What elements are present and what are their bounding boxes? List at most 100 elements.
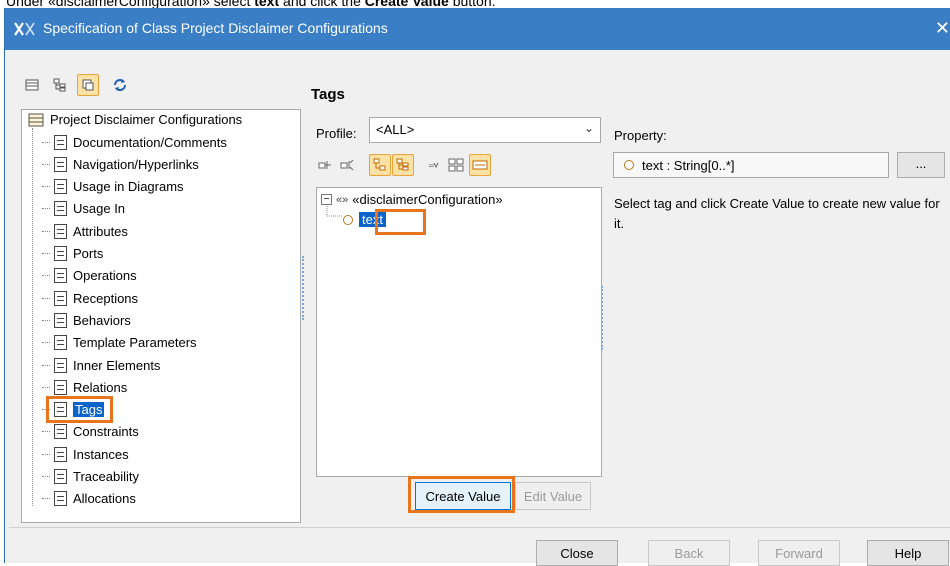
tree-branch: [42, 342, 50, 344]
tree-icon[interactable]: [49, 74, 71, 96]
sidebar-item-label: Receptions: [73, 290, 139, 306]
sidebar-item-label: Traceability: [73, 469, 139, 484]
highlight-create-value: [408, 476, 515, 513]
property-icon: [624, 160, 634, 170]
tree-branch: [42, 319, 50, 321]
specification-tree: Project Disclaimer Configurations Docume…: [21, 109, 301, 523]
tree-branch: [42, 186, 50, 188]
tree-branch: [42, 208, 50, 210]
class-icon: [28, 113, 44, 126]
property-value: text : String[0..*]: [642, 157, 735, 173]
tree-branch: [42, 141, 50, 143]
browse-button[interactable]: ...: [897, 152, 945, 178]
sidebar-item-receptions[interactable]: Receptions: [42, 288, 138, 308]
document-icon: [54, 268, 67, 284]
sidebar-item-allocations[interactable]: Allocations: [42, 489, 136, 509]
refresh-icon[interactable]: [109, 74, 131, 96]
chevron-down-icon: ⌄: [583, 121, 594, 135]
sidebar-item-instances[interactable]: Instances: [42, 444, 129, 464]
sidebar-item-label: Inner Elements: [73, 357, 161, 373]
magicdraw-app-icon: [14, 22, 35, 36]
title-bar: Specification of Class Project Disclaime…: [5, 8, 950, 50]
sidebar-item-navigation-hyperlinks[interactable]: Navigation/Hyperlinks: [42, 154, 199, 174]
show-tree-icon[interactable]: [369, 154, 391, 176]
tree-branch: [42, 297, 50, 299]
tree-root-label: Project Disclaimer Configurations: [50, 112, 243, 127]
expand-icon[interactable]: [315, 154, 337, 176]
collapse-toggle-icon[interactable]: −: [321, 194, 332, 205]
sidebar-item-usage-in-diagrams[interactable]: Usage in Diagrams: [42, 177, 184, 197]
sidebar-item-label: Usage in Diagrams: [73, 179, 184, 195]
document-icon: [54, 246, 67, 261]
profile-label: Profile:: [316, 126, 357, 141]
copy-icon[interactable]: [77, 74, 99, 96]
table-icon[interactable]: [21, 74, 43, 96]
property-icon: [343, 214, 353, 225]
sidebar-item-label: Relations: [73, 379, 128, 395]
sidebar-item-ports[interactable]: Ports: [42, 244, 103, 264]
document-icon: [54, 379, 67, 395]
page-title: Tags: [311, 86, 345, 103]
profile-select[interactable]: <ALL> ⌄: [369, 117, 601, 143]
stereotype-node[interactable]: − «» «disclaimerConfiguration»: [321, 192, 503, 207]
splitter-handle-left[interactable]: [302, 256, 304, 320]
sidebar-item-documentation-comments[interactable]: Documentation/Comments: [42, 132, 227, 152]
tree-branch: [42, 275, 50, 277]
edit-value-button[interactable]: Edit Value: [515, 482, 591, 510]
sidebar-item-usage-in[interactable]: Usage In: [42, 199, 125, 219]
tree-branch: [42, 230, 50, 232]
sidebar-item-label: Attributes: [73, 223, 128, 239]
back-button[interactable]: Back: [648, 540, 730, 566]
sidebar-item-label: Navigation/Hyperlinks: [73, 156, 199, 172]
forward-button[interactable]: Forward: [758, 540, 840, 566]
sidebar-item-constraints[interactable]: Constraints: [42, 422, 139, 442]
sidebar-item-label: Behaviors: [73, 312, 131, 328]
close-button[interactable]: Close: [536, 540, 618, 566]
sidebar-item-label: Template Parameters: [73, 335, 197, 351]
profile-select-value: <ALL>: [376, 122, 415, 137]
tree-root[interactable]: Project Disclaimer Configurations: [28, 112, 242, 127]
footer-separator: [9, 527, 950, 528]
sidebar-item-relations[interactable]: Relations: [42, 377, 127, 397]
sidebar-item-behaviors[interactable]: Behaviors: [42, 310, 131, 330]
highlight-text: [375, 209, 426, 235]
grid-icon[interactable]: [445, 154, 467, 176]
document-icon: [54, 424, 67, 440]
help-button[interactable]: Help: [867, 540, 949, 566]
tags-tree: − «» «disclaimerConfiguration» text: [316, 187, 602, 477]
sidebar-item-attributes[interactable]: Attributes: [42, 221, 128, 241]
specification-window: Specification of Class Project Disclaime…: [4, 8, 950, 566]
sidebar-item-label: Usage In: [73, 201, 126, 217]
document-icon: [54, 491, 67, 507]
sidebar-item-label: Constraints: [73, 424, 139, 440]
tree-branch: [42, 386, 50, 388]
tree-branch: [42, 364, 50, 366]
document-icon: [54, 156, 67, 172]
sidebar-item-template-parameters[interactable]: Template Parameters: [42, 333, 197, 353]
sidebar-item-label: Instances: [73, 446, 129, 462]
stereotype-icon-glyph: «»: [336, 193, 349, 206]
collapse-icon[interactable]: [337, 154, 359, 176]
sidebar-item-inner-elements[interactable]: Inner Elements: [42, 355, 160, 375]
property-description: Select tag and click Create Value to cre…: [614, 196, 940, 231]
property-label: Property:: [614, 128, 667, 143]
document-icon: [54, 469, 67, 484]
stereotype-label: «disclaimerConfiguration»: [352, 192, 503, 207]
highlight-tags: [46, 395, 113, 423]
filter-icon[interactable]: =: [423, 154, 445, 176]
tree-branch: [42, 498, 50, 500]
sidebar-item-operations[interactable]: Operations: [42, 266, 137, 286]
sidebar-item-label: Operations: [73, 268, 137, 284]
stereotype-icon[interactable]: [469, 154, 491, 176]
tree-connector: [326, 206, 342, 217]
document-icon: [54, 335, 67, 351]
sidebar-item-traceability[interactable]: Traceability: [42, 467, 139, 487]
close-icon[interactable]: ✕: [935, 18, 950, 39]
window-title: Specification of Class Project Disclaime…: [43, 20, 388, 36]
tree-branch: [42, 253, 50, 254]
sidebar-item-label: Ports: [73, 246, 104, 261]
document-icon: [54, 290, 67, 306]
svg-text:=: =: [428, 161, 435, 170]
tree-branch: [42, 476, 50, 477]
group-icon[interactable]: [392, 154, 414, 176]
